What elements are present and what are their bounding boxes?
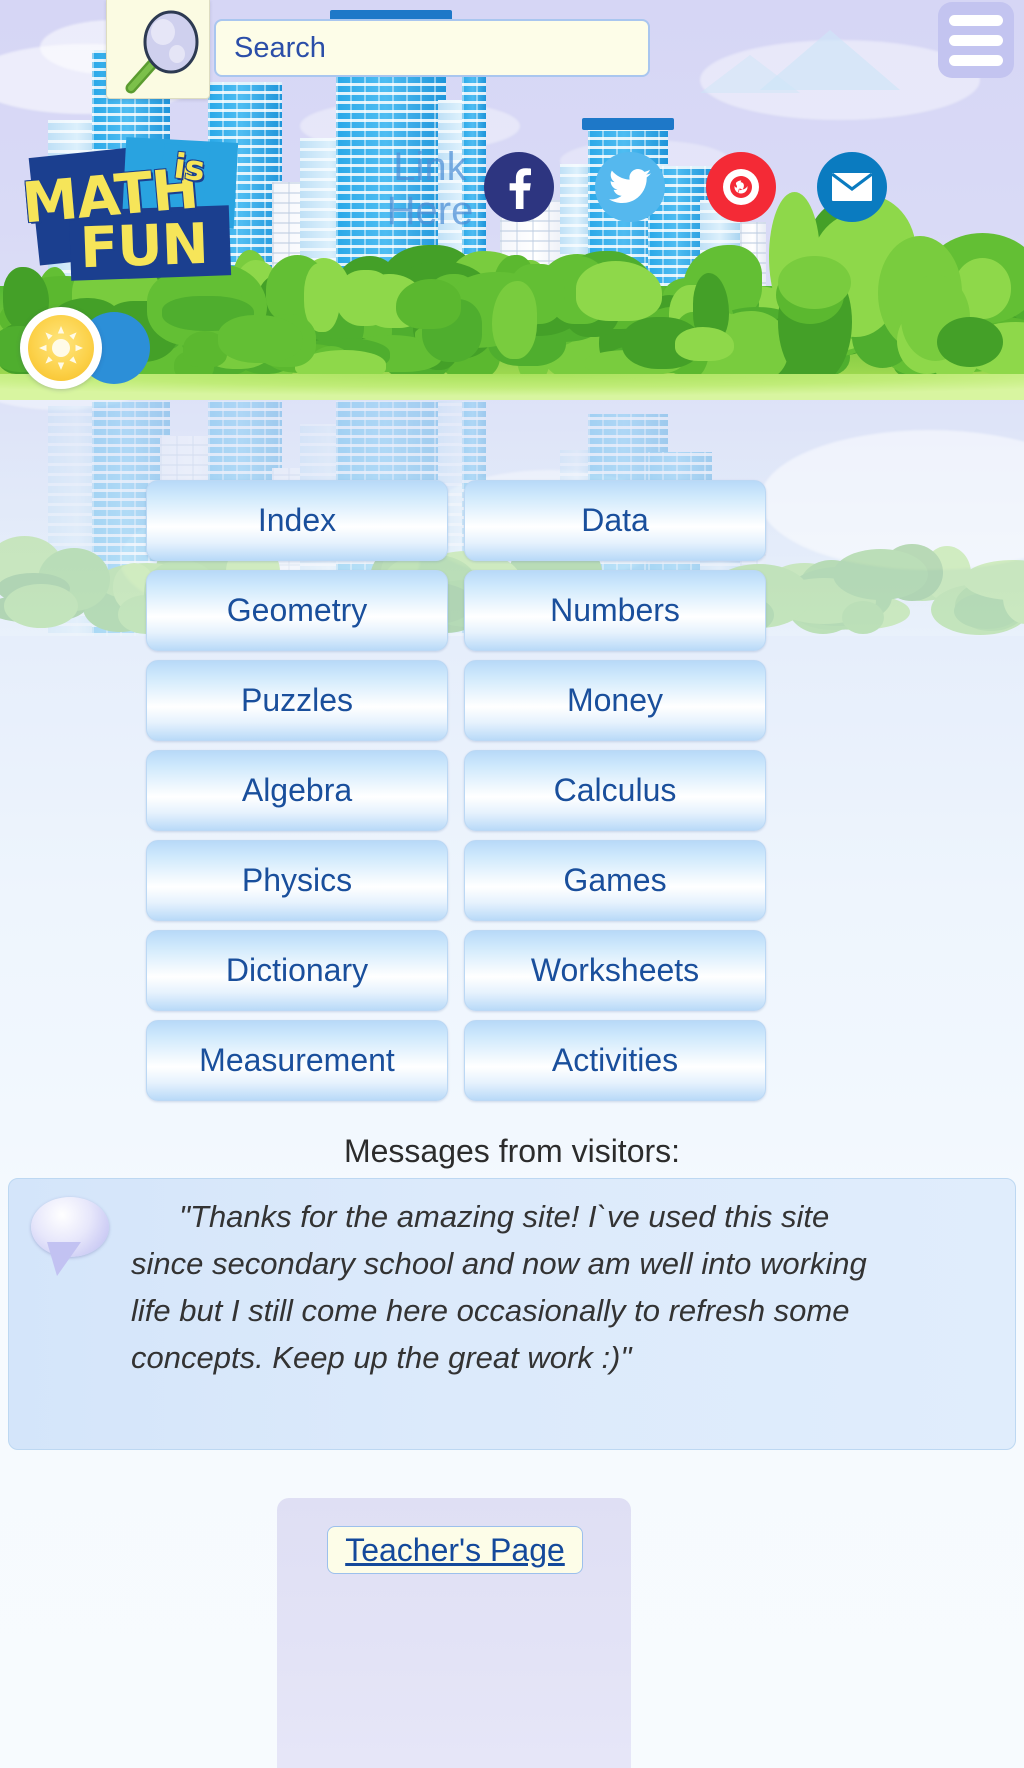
visitor-message-text: "Thanks for the amazing site! I`ve used …: [131, 1199, 867, 1375]
nav-button-label: Dictionary: [225, 952, 369, 988]
nav-button-data[interactable]: Data: [464, 480, 766, 561]
nav-button-calculus[interactable]: Calculus: [464, 750, 766, 831]
sun-icon[interactable]: [20, 307, 102, 389]
hamburger-bar: [949, 34, 1003, 46]
nav-button-puzzles[interactable]: Puzzles: [146, 660, 448, 741]
nav-button-measurement[interactable]: Measurement: [146, 1020, 448, 1101]
bush-reflection: [4, 584, 78, 629]
nav-button-label: Activities: [551, 1042, 679, 1078]
bush: [675, 327, 734, 362]
nav-button-dictionary[interactable]: Dictionary: [146, 930, 448, 1011]
email-icon[interactable]: [817, 152, 887, 222]
logo-word-is: is: [171, 146, 207, 190]
nav-button-activities[interactable]: Activities: [464, 1020, 766, 1101]
twitter-icon[interactable]: [595, 152, 665, 222]
nav-button-label: Games: [563, 862, 667, 898]
nav-button-label: Algebra: [241, 772, 353, 808]
teachers-page-link[interactable]: Teacher's Page: [345, 1532, 565, 1569]
teachers-page-button[interactable]: Teacher's Page: [327, 1526, 583, 1574]
site-logo[interactable]: MATH is FUN: [14, 137, 246, 282]
nav-button-money[interactable]: Money: [464, 660, 766, 741]
magnifier-icon: [125, 10, 199, 94]
logo-word-fun: FUN: [78, 211, 209, 282]
nav-button-label: Data: [581, 502, 649, 538]
search-icon-button[interactable]: [106, 0, 210, 99]
social-links: [484, 152, 887, 222]
nav-button-label: Calculus: [553, 772, 677, 808]
bush: [575, 261, 662, 322]
visitor-message-card: "Thanks for the amazing site! I`ve used …: [8, 1178, 1016, 1450]
search-bar: [0, 0, 1024, 100]
nav-button-label: Puzzles: [240, 682, 354, 718]
bush: [217, 315, 303, 363]
tree: [778, 255, 852, 310]
speech-bubble-icon: [31, 1197, 109, 1276]
bush: [396, 279, 462, 329]
hamburger-bar: [949, 54, 1003, 66]
nav-button-label: Numbers: [550, 592, 680, 628]
nav-button-label: Geometry: [226, 592, 368, 628]
navigation-button-grid: Index Data Geometry Numbers Puzzles Money Alge…: [146, 480, 766, 1101]
nav-button-label: Measurement: [199, 1042, 395, 1078]
bush-reflection: [832, 548, 929, 600]
nav-button-physics[interactable]: Physics: [146, 840, 448, 921]
nav-button-label: Worksheets: [530, 952, 700, 988]
messages-heading: Messages from visitors:: [343, 1133, 681, 1169]
nav-button-label: Money: [566, 682, 664, 718]
building-cap: [582, 118, 674, 130]
hamburger-menu-icon[interactable]: [938, 2, 1014, 78]
facebook-icon[interactable]: [484, 152, 554, 222]
nav-button-geometry[interactable]: Geometry: [146, 570, 448, 651]
bush: [491, 281, 537, 359]
hamburger-bar: [949, 14, 1003, 26]
search-input[interactable]: [214, 19, 650, 77]
nav-button-index[interactable]: Index: [146, 480, 448, 561]
nav-button-numbers[interactable]: Numbers: [464, 570, 766, 651]
bush-reflection: [841, 600, 885, 635]
nav-button-label: Physics: [241, 862, 353, 898]
pinterest-icon[interactable]: [706, 152, 776, 222]
nav-button-label: Index: [257, 502, 337, 538]
nav-button-games[interactable]: Games: [464, 840, 766, 921]
nav-button-worksheets[interactable]: Worksheets: [464, 930, 766, 1011]
nav-button-algebra[interactable]: Algebra: [146, 750, 448, 831]
sun-rays-icon: [39, 326, 83, 370]
